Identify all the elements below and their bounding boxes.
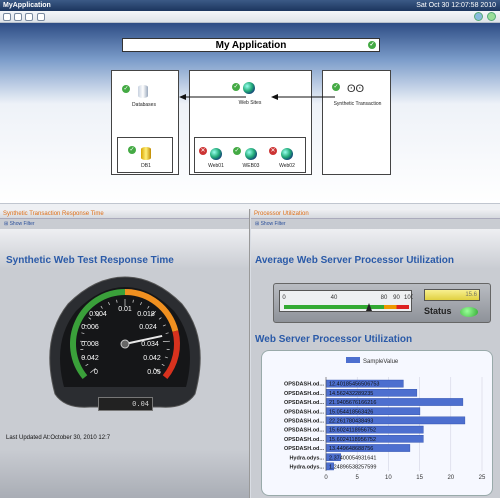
home-icon[interactable] [25, 13, 33, 21]
utilization-chart: SampleValue 0 5 10 15 20 25 OPSDASH.od... 12.401… [261, 350, 493, 496]
gauge-tick-label: 0.042 [143, 355, 161, 362]
data-label: 21.9405676166216 [329, 400, 376, 406]
gauge-tick-label: 0.006 [81, 324, 99, 331]
digital-readout: 0.04 [98, 397, 153, 411]
toolbar [0, 11, 500, 23]
category-label: Hydra.odys... [289, 465, 324, 471]
datetime: Sat Oct 30 12:07:58 2010 [416, 2, 496, 9]
data-label: 15.6024118956752 [329, 428, 376, 434]
x-tick-label: 0 [324, 475, 328, 481]
linear-scale: 0 40 80 90 100 [279, 290, 415, 312]
orange-band [384, 305, 397, 309]
linear-tick-label: 0 [282, 295, 286, 301]
red-band [396, 305, 409, 309]
x-tick-label: 5 [356, 475, 360, 481]
gauge-tick-label: 0 [94, 369, 98, 376]
x-tick-label: 15 [416, 475, 423, 481]
legend-swatch [346, 357, 360, 363]
category-label: OPSDASH.od... [284, 437, 325, 443]
category-label: OPSDASH.od... [284, 391, 325, 397]
back-icon[interactable] [3, 13, 11, 21]
title-bar: MyApplication Sat Oct 30 12:07:58 2010 [0, 0, 500, 11]
linear-tick-label: 90 [393, 295, 400, 301]
gauge-tick-label: 0.034 [141, 341, 159, 348]
data-label: 2.37400054931641 [329, 455, 376, 461]
data-label: 1.24896538257599 [329, 465, 376, 471]
x-tick-label: 10 [385, 475, 392, 481]
gauge-hub [120, 339, 130, 349]
nav-forward-icon[interactable] [474, 12, 483, 21]
category-label: OPSDASH.od... [284, 382, 325, 388]
gauge-tick-label: 0.05 [147, 369, 161, 376]
data-label: 13.449648688756 [329, 446, 373, 452]
connector-arrows [179, 94, 335, 100]
x-tick-label: 25 [479, 475, 486, 481]
right-panel-header: Processor Utilization [251, 209, 500, 219]
utilization-chart-title: Web Server Processor Utilization [255, 334, 413, 345]
category-label: OPSDASH.od... [284, 428, 325, 434]
category-label: OPSDASH.od... [284, 409, 325, 415]
category-label: OPSDASH.od... [284, 419, 325, 425]
last-updated: Last Updated At:October 30, 2010 12:7 [6, 435, 111, 441]
lcd-display: 15.6 [424, 289, 480, 301]
linear-tick-label: 40 [331, 295, 338, 301]
data-label: 15.6024118956752 [329, 437, 376, 443]
x-tick-label: 20 [447, 475, 454, 481]
gauge-tick-label: 0.018 [137, 311, 155, 318]
linear-tick-label: 80 [381, 295, 388, 301]
refresh-icon[interactable] [14, 13, 22, 21]
export-icon[interactable] [37, 13, 45, 21]
category-label: Hydra.odys... [289, 455, 324, 461]
data-label: 14.562432289235 [329, 391, 373, 397]
data-label: 12.40185456506753 [329, 382, 379, 388]
status-label: Status [424, 306, 452, 316]
left-panel: Synthetic Transaction Response Time ⊞ Sh… [0, 209, 250, 498]
diagram-area: My Application ✓ ✓ Databases ✓ DB1 ✓ Web… [0, 23, 500, 203]
window-title: MyApplication [3, 2, 51, 9]
status-light-icon [460, 307, 478, 317]
gauge-tick-label: 0.008 [81, 341, 99, 348]
show-filter-label: Show Filter [260, 221, 286, 227]
gauge-top-tick: 0.01 [118, 306, 132, 313]
category-label: OPSDASH.od... [284, 446, 325, 452]
go-icon[interactable] [487, 12, 496, 21]
linear-tick-label: 100 [404, 295, 413, 301]
legend-label: SampleValue [363, 359, 399, 365]
data-label: 15.054418563426 [329, 409, 373, 415]
category-label: OPSDASH.od... [284, 400, 325, 406]
gauge-tick-label: 0.042 [81, 355, 99, 362]
gauge-tick-label: 0.024 [139, 324, 157, 331]
footer-wave [0, 449, 249, 498]
avg-utilization-title: Average Web Server Processor Utilization [255, 255, 454, 266]
data-label: 22.261780438493 [329, 419, 373, 425]
right-panel: Processor Utilization ⊞ Show Filter Aver… [251, 209, 500, 498]
linear-gauge: 0 40 80 90 100 15.6 Status [273, 283, 491, 323]
show-filter-link[interactable]: ⊞ Show Filter [251, 220, 500, 229]
gauge-tick-label: 0.004 [89, 311, 107, 318]
